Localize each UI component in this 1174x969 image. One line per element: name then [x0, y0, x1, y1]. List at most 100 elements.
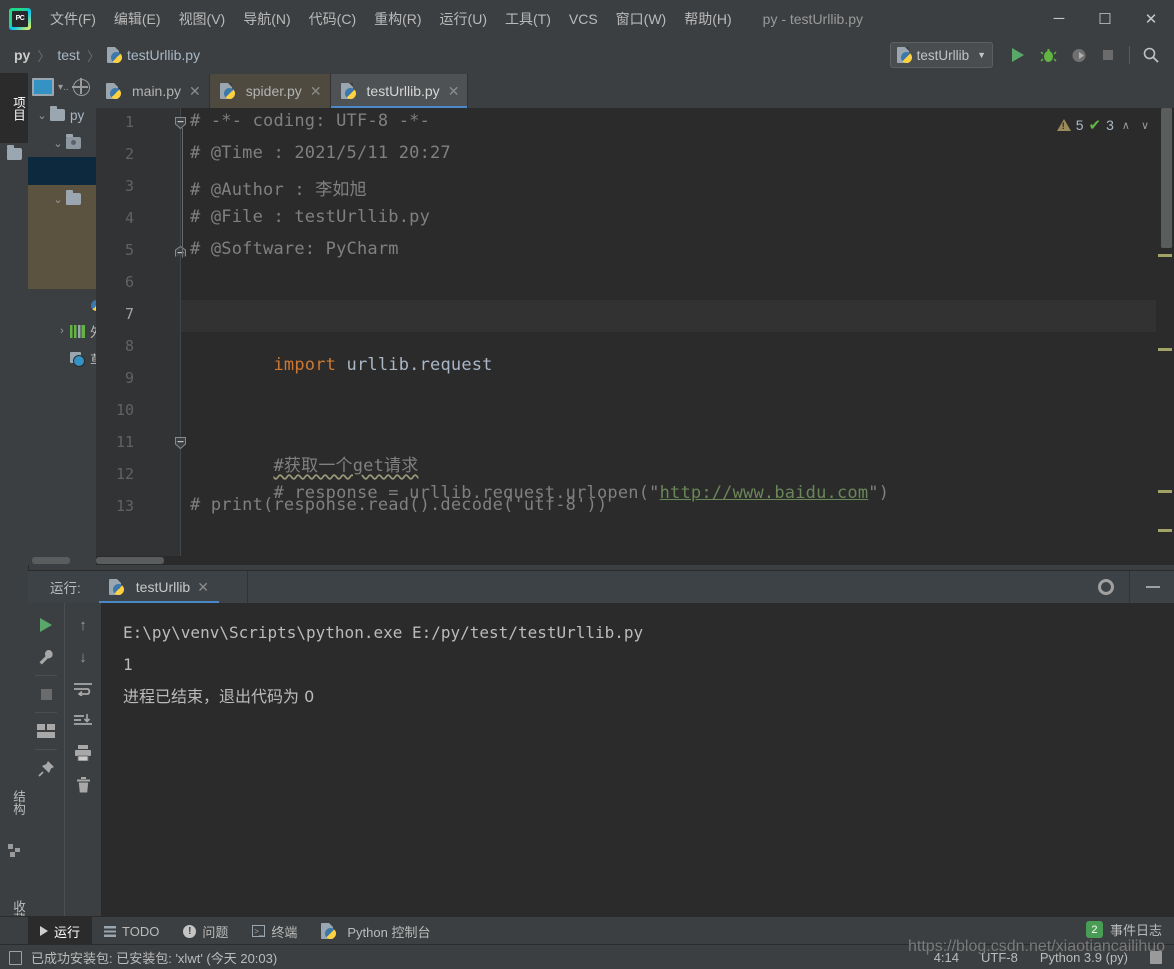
tree-row[interactable]: ⌄ — [28, 129, 96, 157]
search-icon[interactable] — [1136, 42, 1166, 68]
project-folder-icon[interactable] — [0, 143, 28, 165]
close-icon[interactable]: ✕ — [448, 83, 460, 100]
pin-icon[interactable] — [31, 752, 61, 784]
scroll-up-icon[interactable]: ↑ — [68, 609, 98, 641]
console-line: 进程已结束，退出代码为 0 — [123, 687, 315, 706]
tree-row[interactable]: › 外 — [28, 317, 96, 345]
breadcrumb-item-file[interactable]: testUrllib.py — [127, 47, 200, 63]
stop-icon[interactable] — [31, 678, 61, 710]
tree-row[interactable]: › — [28, 241, 96, 269]
trash-icon[interactable] — [68, 769, 98, 801]
code-line-2: # @Time : 2021/5/11 20:27 — [190, 143, 451, 163]
structure-icon[interactable] — [0, 839, 28, 861]
editor-marker-strip[interactable] — [1156, 108, 1174, 565]
tool-window-run[interactable]: 运行 — [28, 917, 93, 945]
close-icon[interactable]: ✕ — [1128, 0, 1174, 37]
scroll-down-icon[interactable]: ↓ — [68, 641, 98, 673]
tree-row[interactable]: 草 — [28, 345, 96, 373]
lock-icon[interactable] — [1150, 951, 1162, 964]
tree-row[interactable] — [28, 289, 96, 317]
menu-item-code[interactable]: 代码(C) — [300, 1, 365, 37]
menu-item-file[interactable]: 文件(F) — [41, 1, 105, 37]
chevron-down-icon[interactable]: ▾.. — [58, 82, 69, 93]
soft-wrap-icon[interactable] — [68, 673, 98, 705]
code-text-area[interactable]: # -*- coding: UTF-8 -*- # @Time : 2021/5… — [180, 108, 1174, 565]
project-view-selector-icon[interactable] — [32, 78, 54, 96]
hide-panel-icon[interactable] — [1138, 574, 1168, 600]
inspection-widget[interactable]: 5 ✔ 3 ∧ ∨ — [1056, 116, 1152, 134]
code-comment-tail: ") — [868, 483, 890, 503]
chevron-expanded-icon[interactable]: ⌄ — [50, 137, 66, 150]
menu-item-help[interactable]: 帮助(H) — [675, 1, 740, 37]
inspection-marker[interactable] — [1158, 348, 1172, 351]
breadcrumb-item-project[interactable]: py — [14, 47, 30, 63]
toolbar-actions — [1003, 42, 1166, 68]
code-url-link[interactable]: http://www.baidu.com — [660, 483, 869, 503]
project-panel-hscrollbar[interactable] — [30, 556, 94, 565]
code-editor[interactable]: 1 2 3 4 5 6 7 8 9 10 11 12 13 # -*- codi… — [96, 108, 1174, 565]
run-configuration-selector[interactable]: testUrllib ▼ — [889, 42, 993, 68]
inspection-marker[interactable] — [1158, 529, 1172, 532]
chevron-collapsed-icon[interactable]: › — [54, 325, 70, 337]
sidebar-item-structure[interactable]: 结构 — [0, 765, 28, 839]
stop-icon[interactable] — [1093, 42, 1123, 68]
sidebar-item-project[interactable]: 项目 — [0, 73, 28, 143]
close-icon[interactable]: ✕ — [310, 83, 322, 100]
line-number: 11 — [115, 433, 134, 451]
run-icon[interactable] — [1003, 42, 1033, 68]
run-tab-testurllib[interactable]: testUrllib ✕ — [99, 572, 219, 603]
maximize-icon[interactable]: ☐ — [1082, 0, 1128, 37]
tree-row[interactable]: ⌄ — [28, 185, 96, 213]
code-identifier: urllib.request — [346, 355, 493, 375]
previous-problem-icon[interactable]: ∧ — [1119, 119, 1133, 132]
settings-wrench-icon[interactable] — [31, 641, 61, 673]
editor-gutter[interactable]: 1 2 3 4 5 6 7 8 9 10 11 12 13 — [96, 108, 186, 565]
close-icon[interactable]: ✕ — [189, 83, 201, 100]
run-with-coverage-icon[interactable] — [1063, 42, 1093, 68]
chevron-expanded-icon[interactable]: ⌄ — [50, 193, 66, 206]
layout-icon[interactable] — [31, 715, 61, 747]
tool-window-terminal[interactable]: >_ 终端 — [240, 917, 309, 945]
menu-item-tools[interactable]: 工具(T) — [496, 1, 560, 37]
tab-testurllib-py[interactable]: testUrllib.py ✕ — [330, 74, 469, 108]
menu-item-view[interactable]: 视图(V) — [170, 1, 235, 37]
python-interpreter[interactable]: Python 3.9 (py) — [1040, 950, 1128, 965]
rerun-icon[interactable] — [31, 609, 61, 641]
menu-item-navigate[interactable]: 导航(N) — [234, 1, 299, 37]
line-number: 3 — [124, 177, 134, 195]
tree-row[interactable]: › — [28, 213, 96, 241]
notification-icon[interactable] — [9, 950, 22, 965]
tree-row[interactable]: ⌄ py — [28, 101, 96, 129]
menu-item-run[interactable]: 运行(U) — [431, 1, 496, 37]
menu-item-edit[interactable]: 编辑(E) — [105, 1, 170, 37]
menu-item-window[interactable]: 窗口(W) — [607, 1, 676, 37]
menu-item-vcs[interactable]: VCS — [560, 1, 607, 37]
debug-icon[interactable] — [1033, 42, 1063, 68]
file-encoding[interactable]: UTF-8 — [981, 950, 1018, 965]
inspection-marker[interactable] — [1158, 490, 1172, 493]
tool-window-todo[interactable]: TODO — [92, 917, 171, 945]
breadcrumb-separator: 〉 — [37, 48, 51, 64]
tree-row[interactable] — [28, 157, 96, 185]
tool-window-python-console[interactable]: Python 控制台 — [309, 917, 442, 945]
scroll-to-end-icon[interactable] — [68, 705, 98, 737]
editor-hscrollbar[interactable] — [96, 556, 1174, 565]
caret-position[interactable]: 4:14 — [934, 950, 959, 965]
chevron-expanded-icon[interactable]: ⌄ — [34, 109, 50, 122]
breadcrumb-item-folder[interactable]: test — [57, 47, 80, 63]
close-icon[interactable]: ✕ — [197, 579, 209, 596]
editor-scrollbar-thumb[interactable] — [1161, 108, 1172, 248]
tab-main-py[interactable]: main.py ✕ — [96, 74, 210, 108]
menu-item-refactor[interactable]: 重构(R) — [365, 1, 430, 37]
next-problem-icon[interactable]: ∨ — [1138, 119, 1152, 132]
tab-spider-py[interactable]: spider.py ✕ — [209, 74, 331, 108]
window-title: py - testUrllib.py — [762, 10, 864, 27]
print-icon[interactable] — [68, 737, 98, 769]
globe-icon[interactable] — [71, 77, 90, 96]
run-console-output[interactable]: E:\py\venv\Scripts\python.exe E:/py/test… — [101, 603, 1174, 917]
tool-window-problems[interactable]: ! 问题 — [171, 917, 240, 945]
minimize-icon[interactable]: ─ — [1036, 0, 1082, 37]
settings-gear-icon[interactable] — [1091, 574, 1121, 600]
inspection-marker[interactable] — [1158, 254, 1172, 257]
event-log-button[interactable]: 2 事件日志 — [1085, 920, 1162, 939]
